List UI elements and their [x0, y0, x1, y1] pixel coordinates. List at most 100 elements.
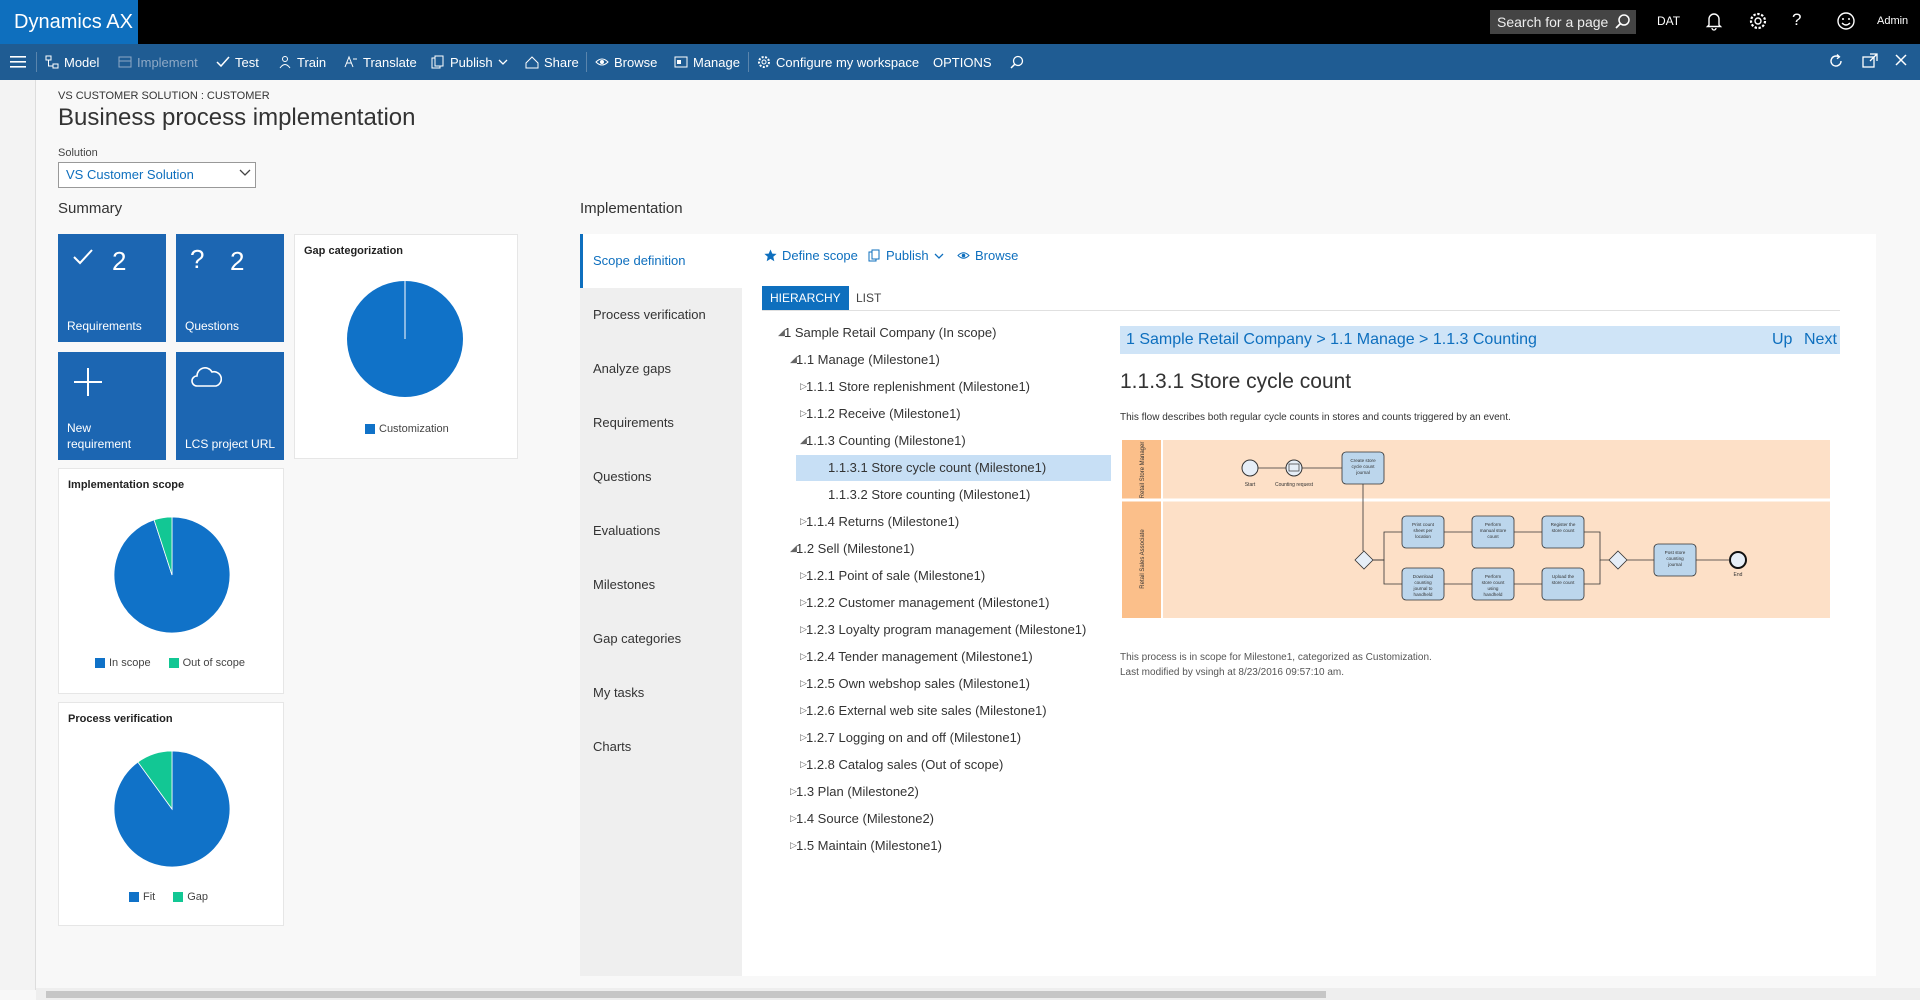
tree-node[interactable]: 1.2.3 Loyalty program management (Milest… — [806, 617, 1086, 643]
nav-analyze-gaps[interactable]: Analyze gaps — [580, 342, 742, 396]
hamburger-menu-icon[interactable] — [10, 44, 26, 80]
tree-node[interactable]: 1.1.4 Returns (Milestone1) — [806, 509, 959, 535]
process-title: 1.1.3.1 Store cycle count — [1120, 370, 1352, 393]
model-button[interactable]: Model — [45, 44, 99, 80]
train-button[interactable]: Train — [278, 44, 326, 80]
star-icon — [764, 249, 777, 262]
define-scope-button[interactable]: Define scope — [764, 248, 858, 263]
test-button[interactable]: Test — [216, 44, 259, 80]
translate-icon — [344, 55, 357, 68]
publish-menu-button[interactable]: Publish — [431, 44, 508, 80]
left-navigation-rail — [0, 80, 36, 990]
publish-dropdown-button[interactable]: Publish — [868, 248, 944, 263]
check-icon — [72, 248, 94, 266]
lcs-project-url-tile[interactable]: LCS project URL — [176, 352, 284, 460]
tree-node[interactable]: 1.1 Manage (Milestone1) — [796, 347, 940, 373]
app-brand[interactable]: Dynamics AX — [0, 0, 138, 44]
user-name[interactable]: Admin — [1877, 15, 1908, 27]
translate-button[interactable]: Translate — [344, 44, 417, 80]
implementation-title: Implementation — [580, 200, 683, 217]
tree-node[interactable]: 1.1.3.1 Store cycle count (Milestone1) — [828, 455, 1046, 481]
tree-node[interactable]: 1.5 Maintain (Milestone1) — [796, 833, 942, 859]
tree-node[interactable]: 1.2.2 Customer management (Milestone1) — [806, 590, 1050, 616]
next-link[interactable]: Next — [1804, 326, 1837, 354]
task-label: counting — [1414, 580, 1432, 585]
plus-icon — [72, 366, 104, 398]
horizontal-scrollbar[interactable] — [36, 988, 1920, 1000]
tree-node[interactable]: 1.1.2 Receive (Milestone1) — [806, 401, 961, 427]
share-button[interactable]: Share — [525, 44, 579, 80]
nav-scope-definition[interactable]: Scope definition — [580, 234, 742, 288]
questions-tile[interactable]: ? 2 Questions — [176, 234, 284, 342]
gap-categorization-card[interactable]: Gap categorization Customization — [294, 234, 518, 459]
task-label: journal — [1667, 562, 1682, 567]
nav-my-tasks[interactable]: My tasks — [580, 666, 742, 720]
feedback-smiley-icon[interactable] — [1836, 11, 1856, 31]
nav-questions[interactable]: Questions — [580, 450, 742, 504]
task-label: location — [1415, 534, 1431, 539]
tree-node[interactable]: 1 Sample Retail Company (In scope) — [784, 320, 996, 346]
tab-list[interactable]: LIST — [848, 286, 889, 310]
manage-button[interactable]: Manage — [674, 44, 740, 80]
chevron-down-icon — [498, 59, 508, 65]
up-link[interactable]: Up — [1772, 326, 1792, 354]
solution-label: Solution — [58, 147, 98, 159]
process-verification-card[interactable]: Process verification Fit Gap — [58, 702, 284, 926]
tree-node[interactable]: 1.3 Plan (Milestone2) — [796, 779, 919, 805]
requirements-tile[interactable]: 2 Requirements — [58, 234, 166, 342]
tree-node[interactable]: 1.4 Source (Milestone2) — [796, 806, 934, 832]
refresh-icon[interactable] — [1828, 53, 1844, 69]
legend-swatch-in-scope — [95, 658, 105, 668]
nav-charts[interactable]: Charts — [580, 720, 742, 774]
configure-workspace-button[interactable]: Configure my workspace — [757, 44, 919, 80]
tree-node[interactable]: 1.2 Sell (Milestone1) — [796, 536, 915, 562]
nav-process-verification[interactable]: Process verification — [580, 288, 742, 342]
bell-icon[interactable] — [1705, 11, 1723, 31]
tree-node[interactable]: 1.2.7 Logging on and off (Milestone1) — [806, 725, 1021, 751]
tree-node[interactable]: 1.2.4 Tender management (Milestone1) — [806, 644, 1033, 670]
process-breadcrumb[interactable]: 1 Sample Retail Company > 1.1 Manage > 1… — [1126, 331, 1537, 348]
implement-button[interactable]: Implement — [118, 44, 198, 80]
requirements-count: 2 — [112, 246, 127, 276]
tab-hierarchy[interactable]: HIERARCHY — [762, 286, 849, 310]
options-button[interactable]: OPTIONS — [933, 44, 992, 80]
search-box[interactable]: Search for a page — [1490, 10, 1636, 34]
chevron-down-icon — [934, 253, 944, 259]
end-event — [1729, 551, 1747, 569]
tree-node[interactable]: 1.2.1 Point of sale (Milestone1) — [806, 563, 985, 589]
legend-label-gap: Gap — [187, 891, 209, 903]
lane-label-store-manager: Retail Store Manager — [1140, 442, 1146, 499]
legend-swatch-fit — [129, 892, 139, 902]
scrollbar-thumb[interactable] — [46, 991, 1326, 998]
nav-requirements[interactable]: Requirements — [580, 396, 742, 450]
eye-icon — [595, 58, 609, 66]
publish-icon — [868, 249, 880, 262]
tree-node[interactable]: 1.2.5 Own webshop sales (Milestone1) — [806, 671, 1030, 697]
solution-dropdown[interactable]: VS Customer Solution — [58, 162, 256, 188]
nav-gap-categories[interactable]: Gap categories — [580, 612, 742, 666]
search-icon[interactable] — [1614, 13, 1632, 31]
action-search-icon[interactable] — [1010, 44, 1024, 80]
legend-label-customization: Customization — [379, 423, 449, 435]
tree-node[interactable]: 1.1.1 Store replenishment (Milestone1) — [806, 374, 1030, 400]
nav-milestones[interactable]: Milestones — [580, 558, 742, 612]
close-icon[interactable] — [1894, 53, 1908, 67]
new-requirement-tile[interactable]: New requirement — [58, 352, 166, 460]
tree-node[interactable]: 1.2.6 External web site sales (Milestone… — [806, 698, 1047, 724]
open-in-new-window-icon[interactable] — [1862, 53, 1878, 69]
company-picker[interactable]: DAT — [1657, 14, 1680, 28]
help-icon[interactable]: ? — [1792, 10, 1801, 30]
nav-evaluations[interactable]: Evaluations — [580, 504, 742, 558]
task-label: store count — [1552, 528, 1575, 533]
task-label: journal — [1355, 470, 1370, 475]
implementation-scope-card[interactable]: Implementation scope In scope Out of sco… — [58, 468, 284, 694]
tree-node[interactable]: 1.1.3.2 Store counting (Milestone1) — [828, 482, 1030, 508]
browse-button[interactable]: Browse — [595, 44, 657, 80]
task-label: Print count — [1412, 522, 1435, 527]
tree-node[interactable]: 1.2.8 Catalog sales (Out of scope) — [806, 752, 1003, 778]
tree-node[interactable]: 1.1.3 Counting (Milestone1) — [806, 428, 966, 454]
browse-sub-button[interactable]: Browse — [957, 248, 1018, 263]
gear-icon[interactable] — [1748, 11, 1768, 31]
process-flow-diagram[interactable]: Retail Store Manager Retail Sales Associa… — [1122, 440, 1830, 618]
task-label: count — [1487, 534, 1499, 539]
